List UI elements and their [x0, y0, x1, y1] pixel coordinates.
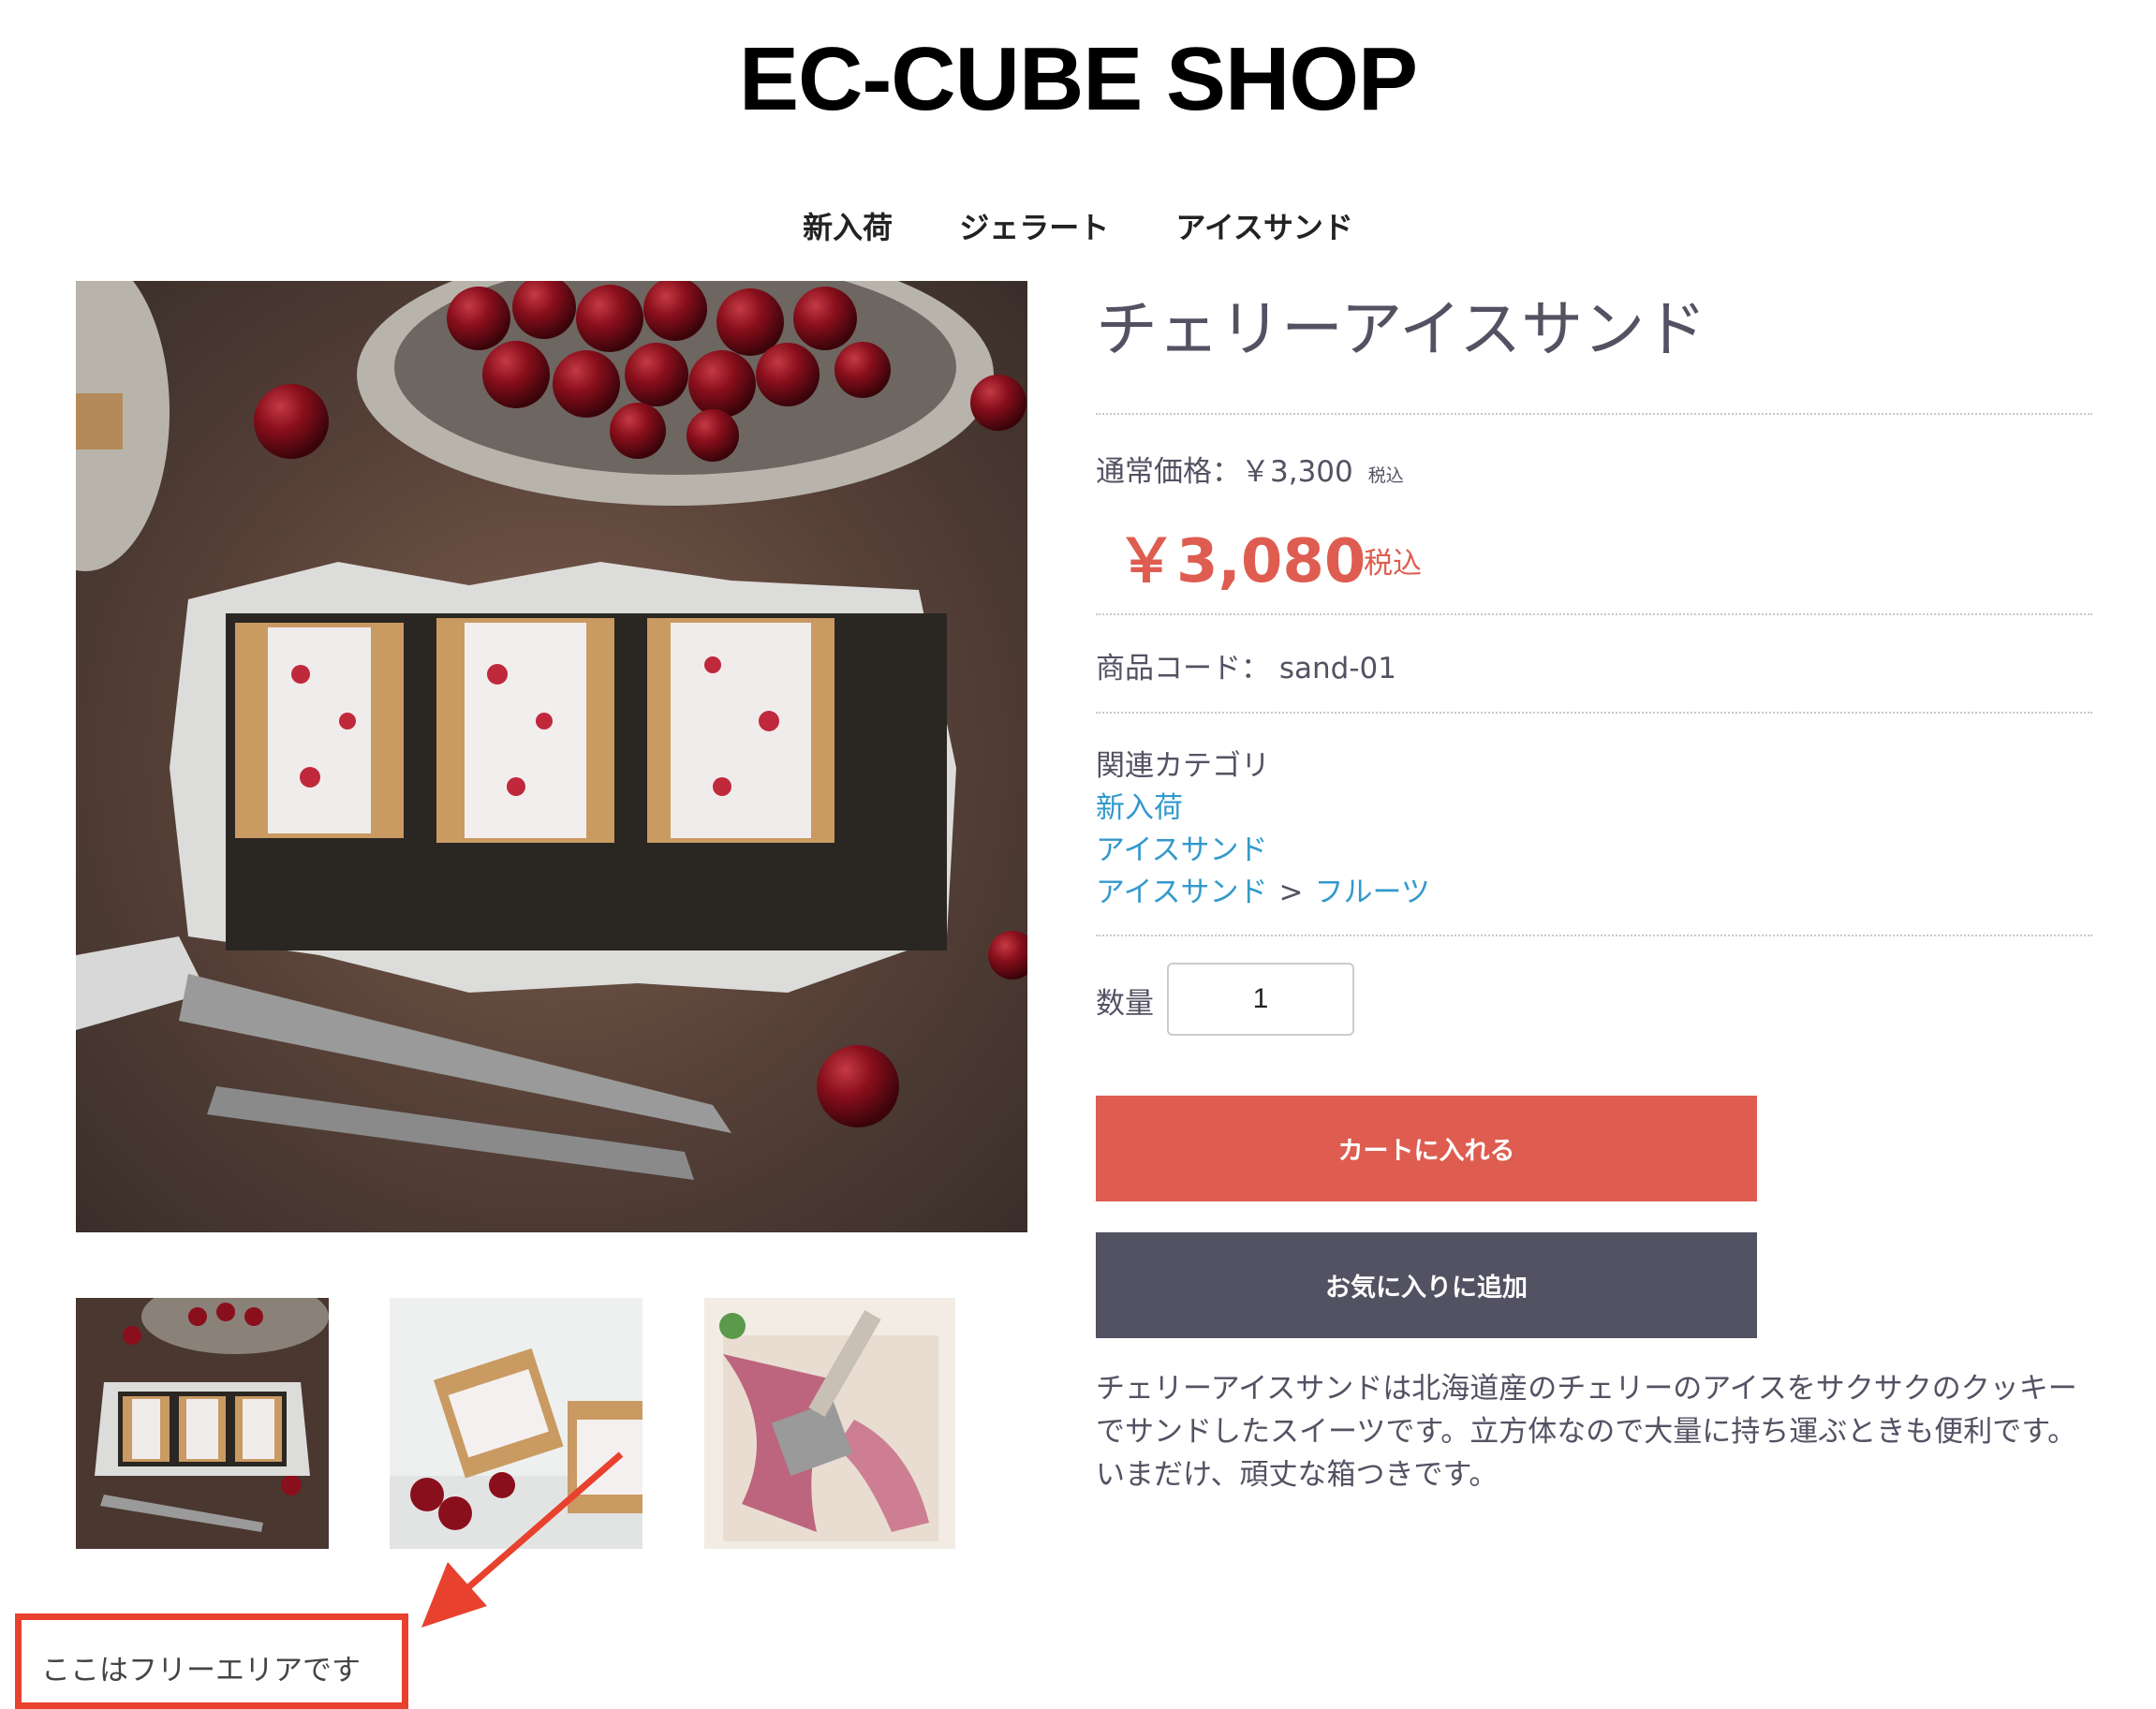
category-link-new-arrivals[interactable]: 新入荷 [1096, 784, 1183, 826]
thumbnail-1[interactable] [76, 1298, 329, 1549]
product-code-label: 商品コード： [1096, 652, 1270, 685]
global-nav: 新入荷 ジェラート アイスサンド [0, 204, 2156, 247]
description-paragraph: チェリーアイスサンドは北海道産のチェリーのアイスをサクサクのクッキーでサンドした… [1096, 1372, 2077, 1449]
description-paragraph: いまだけ、頑丈な箱つきです。 [1096, 1458, 1499, 1492]
nav-item-new-arrivals[interactable]: 新入荷 [803, 204, 893, 247]
product-code-value: sand-01 [1278, 652, 1396, 685]
product-name: チェリーアイスサンド [1096, 293, 1707, 365]
divider [1096, 613, 2092, 615]
divider [1096, 712, 2092, 714]
thumbnail-2[interactable] [390, 1298, 642, 1549]
sale-price-tax: 税込 [1364, 547, 1422, 581]
free-area-text: ここはフリーエリアです [41, 1654, 361, 1687]
nav-item-ice-sandwich[interactable]: アイスサンド [1175, 204, 1352, 247]
sale-price: ￥3,080 [1116, 527, 1366, 597]
category-link-ice-sandwich[interactable]: アイスサンド [1096, 826, 1268, 868]
related-category-heading: 関連カテゴリ [1096, 749, 1270, 783]
quantity-label: 数量 [1096, 987, 1154, 1021]
normal-price-label: 通常価格： [1096, 455, 1241, 489]
category-separator: > [1278, 876, 1304, 909]
site-title[interactable]: EC-CUBE SHOP [0, 28, 2156, 131]
add-to-favorite-button[interactable]: お気に入りに追加 [1096, 1232, 1757, 1338]
normal-price-value: ￥3,300 [1241, 455, 1353, 489]
divider [1096, 935, 2092, 936]
thumbnail-3[interactable] [704, 1298, 955, 1549]
normal-price-tax: 税込 [1367, 465, 1404, 486]
product-description: チェリーアイスサンドは北海道産のチェリーのアイスをサクサクのクッキーでサンドした… [1096, 1367, 2100, 1496]
nav-item-gelato[interactable]: ジェラート [959, 204, 1109, 247]
quantity-input[interactable] [1167, 963, 1354, 1036]
add-to-cart-button[interactable]: カートに入れる [1096, 1096, 1757, 1201]
product-code: 商品コード： sand-01 [1096, 644, 1396, 686]
main-product-image [76, 281, 1027, 1232]
category-link-ice-sandwich-parent[interactable]: アイスサンド [1096, 876, 1268, 909]
divider [1096, 413, 2092, 415]
category-link-fruits[interactable]: フルーツ [1315, 876, 1430, 909]
category-path-fruits: アイスサンド > フルーツ [1096, 868, 1430, 910]
normal-price: 通常価格：￥3,300 税込 [1096, 448, 1404, 490]
